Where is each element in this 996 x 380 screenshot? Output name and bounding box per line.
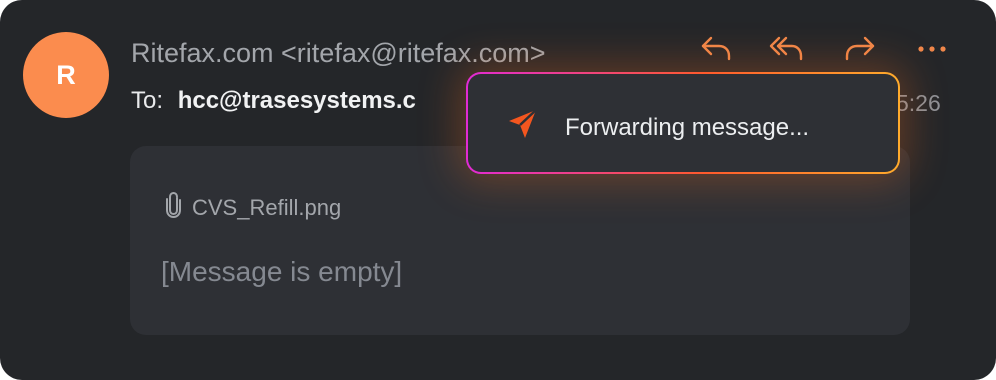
forward-button[interactable] — [840, 30, 880, 70]
attachment[interactable]: CVS_Refill.png — [164, 191, 341, 224]
empty-message-text: [Message is empty] — [161, 256, 403, 287]
avatar: R — [23, 32, 109, 118]
to-label: To: — [131, 87, 164, 114]
sender-address: Ritefax.com <ritefax@ritefax.com> — [131, 38, 546, 68]
paperclip-icon — [164, 191, 184, 224]
attachment-filename: CVS_Refill.png — [192, 194, 342, 220]
toast-message: Forwarding message... — [565, 114, 810, 141]
email-card: R Ritefax.com <ritefax@ritefax.com> To: … — [0, 0, 996, 380]
reply-all-icon — [768, 33, 804, 68]
more-icon — [917, 41, 947, 59]
reply-button[interactable] — [696, 30, 736, 70]
send-icon — [506, 107, 540, 141]
forwarding-toast: Forwarding message... — [468, 74, 898, 172]
message-actions — [690, 30, 960, 70]
timestamp: 5:26 — [896, 90, 941, 116]
message-body: CVS_Refill.png [Message is empty] — [130, 146, 910, 335]
recipient-address: hcc@trasesystems.c — [177, 87, 416, 114]
reply-icon — [699, 33, 733, 68]
reply-all-button[interactable] — [766, 30, 806, 70]
forward-icon — [843, 33, 877, 68]
more-button[interactable] — [912, 30, 952, 70]
recipient-line: To: hcc@trasesystems.c — [131, 87, 416, 115]
avatar-initial: R — [56, 59, 76, 90]
